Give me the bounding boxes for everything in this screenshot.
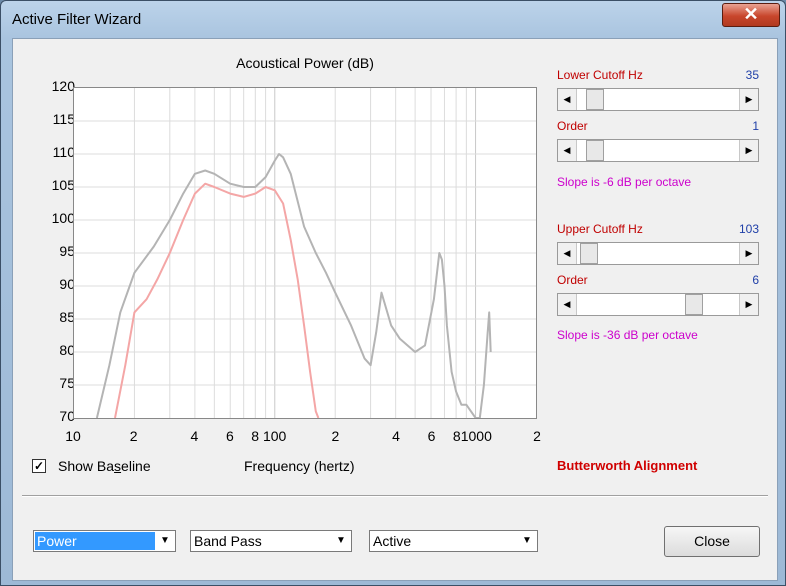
y-tick-label: 70 bbox=[59, 408, 75, 424]
mode-select-value: Power bbox=[35, 532, 155, 550]
lower-cutoff-left-arrow-icon[interactable]: ◀ bbox=[558, 89, 577, 110]
lower-order-value: 1 bbox=[752, 119, 759, 133]
lower-cutoff-thumb[interactable] bbox=[585, 89, 604, 110]
lower-cutoff-label: Lower Cutoff Hz bbox=[557, 68, 643, 82]
upper-order-right-arrow-icon[interactable]: ▶ bbox=[739, 294, 758, 315]
upper-order-thumb[interactable] bbox=[685, 294, 703, 315]
x-tick-label: 10 bbox=[65, 428, 81, 444]
y-tick-label: 110 bbox=[52, 144, 75, 160]
x-tick-label: 6 bbox=[427, 428, 436, 444]
lower-slope-text: Slope is -6 dB per octave bbox=[557, 175, 692, 189]
show-baseline-label[interactable]: Show Baseline bbox=[58, 458, 151, 474]
x-tick-label: 4 bbox=[190, 428, 199, 444]
alignment-label: Butterworth Alignment bbox=[557, 458, 698, 473]
lower-order-track[interactable] bbox=[577, 140, 739, 161]
y-tick-label: 120 bbox=[51, 78, 75, 94]
y-tick-label: 95 bbox=[59, 243, 75, 259]
filter-type-value: Band Pass bbox=[194, 533, 262, 549]
x-tick-label: 8 bbox=[452, 428, 461, 444]
divider bbox=[22, 495, 768, 497]
lower-cutoff-track[interactable] bbox=[577, 89, 739, 110]
upper-cutoff-slider[interactable]: ◀ ▶ bbox=[557, 242, 759, 265]
lower-order-right-arrow-icon[interactable]: ▶ bbox=[739, 140, 758, 161]
lower-cutoff-right-arrow-icon[interactable]: ▶ bbox=[739, 89, 758, 110]
y-tick-label: 90 bbox=[59, 276, 75, 292]
show-baseline-text-a: Show Ba bbox=[58, 458, 115, 474]
upper-order-track[interactable] bbox=[577, 294, 739, 315]
lower-order-left-arrow-icon[interactable]: ◀ bbox=[558, 140, 577, 161]
upper-cutoff-left-arrow-icon[interactable]: ◀ bbox=[558, 243, 577, 264]
close-button[interactable]: Close bbox=[664, 526, 760, 557]
implementation-chevron-down-icon[interactable]: ▼ bbox=[518, 532, 536, 550]
y-tick-label: 85 bbox=[59, 309, 75, 325]
upper-order-label: Order bbox=[557, 273, 588, 287]
frequency-response-chart bbox=[74, 88, 536, 418]
lower-order-slider[interactable]: ◀ ▶ bbox=[557, 139, 759, 162]
lower-order-thumb[interactable] bbox=[585, 140, 604, 161]
x-axis-label: Frequency (hertz) bbox=[244, 458, 355, 474]
show-baseline-mnemonic: s bbox=[114, 458, 122, 474]
x-tick-label: 4 bbox=[392, 428, 400, 444]
x-tick-label: 1000 bbox=[460, 428, 492, 444]
lower-order-label: Order bbox=[557, 119, 588, 133]
x-tick-label: 8 bbox=[251, 428, 259, 444]
x-tick-label: 100 bbox=[262, 428, 287, 444]
x-tick-label: 2 bbox=[331, 428, 340, 444]
y-tick-label: 80 bbox=[59, 342, 75, 358]
implementation-value: Active bbox=[373, 533, 412, 549]
upper-cutoff-value: 103 bbox=[738, 222, 759, 236]
show-baseline-text-b: eline bbox=[121, 458, 151, 474]
y-tick-label: 105 bbox=[51, 177, 75, 193]
chart-title: Acoustical Power (dB) bbox=[236, 55, 374, 71]
y-tick-label: 100 bbox=[51, 210, 75, 226]
active-filter-wizard-window: Active Filter Wizard ✕ Acoustical Power … bbox=[0, 0, 786, 586]
upper-order-left-arrow-icon[interactable]: ◀ bbox=[558, 294, 577, 315]
mode-chevron-down-icon[interactable]: ▼ bbox=[156, 532, 174, 550]
upper-order-value: 6 bbox=[752, 273, 759, 287]
x-tick-label: 2 bbox=[533, 428, 541, 444]
lower-cutoff-slider[interactable]: ◀ ▶ bbox=[557, 88, 759, 111]
filter-type-chevron-down-icon[interactable]: ▼ bbox=[332, 532, 350, 550]
filter-type-select[interactable]: Band Pass ▼ bbox=[190, 530, 352, 552]
window-close-button[interactable]: ✕ bbox=[722, 3, 780, 27]
upper-cutoff-track[interactable] bbox=[577, 243, 739, 264]
window-title: Active Filter Wizard bbox=[12, 11, 142, 28]
show-baseline-checkbox[interactable]: ✓ bbox=[32, 459, 46, 473]
lower-cutoff-value: 35 bbox=[745, 68, 759, 82]
y-tick-label: 115 bbox=[52, 111, 75, 127]
upper-cutoff-thumb[interactable] bbox=[579, 243, 598, 264]
upper-cutoff-right-arrow-icon[interactable]: ▶ bbox=[739, 243, 758, 264]
upper-cutoff-label: Upper Cutoff Hz bbox=[557, 222, 643, 236]
x-tick-label: 6 bbox=[226, 428, 234, 444]
upper-order-slider[interactable]: ◀ ▶ bbox=[557, 293, 759, 316]
chart-plot-area bbox=[73, 87, 537, 419]
upper-slope-text: Slope is -36 dB per octave bbox=[557, 328, 698, 342]
dialog-client-area: Acoustical Power (dB) 120 115 110 105 100 95 9… bbox=[12, 38, 778, 581]
y-tick-label: 75 bbox=[59, 375, 75, 391]
response-curve-pink bbox=[114, 182, 320, 418]
x-tick-label: 2 bbox=[129, 428, 138, 444]
mode-select[interactable]: Power ▼ bbox=[33, 530, 176, 552]
implementation-select[interactable]: Active ▼ bbox=[369, 530, 538, 552]
